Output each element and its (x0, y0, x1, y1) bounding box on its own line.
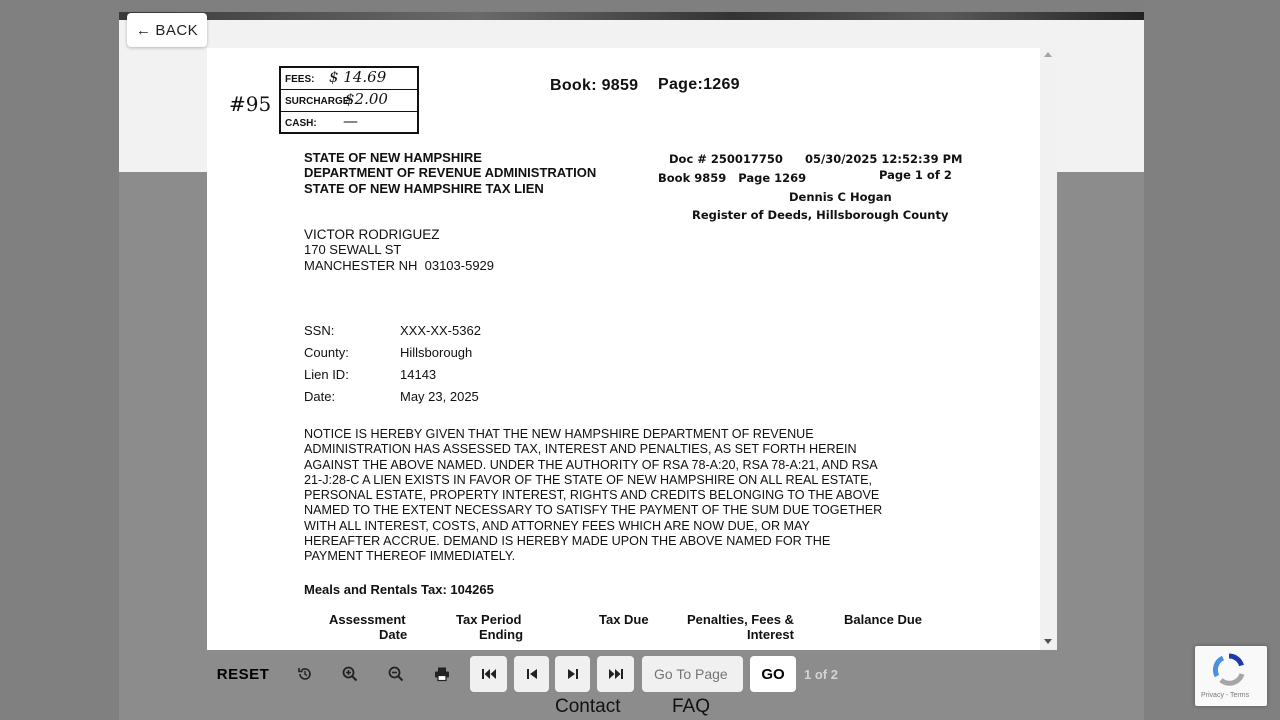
go-button[interactable]: GO (750, 656, 796, 692)
header-line: STATE OF NEW HAMPSHIRE TAX LIEN (304, 181, 544, 196)
go-label: GO (761, 665, 785, 683)
prev-page-icon (526, 669, 537, 679)
doc-page-of: Page 1 of 2 (879, 168, 952, 182)
field-label: Date: (304, 389, 336, 404)
stamp-row-surcharge: SURCHARGE: $2.00 (281, 90, 417, 112)
goto-page-input[interactable] (642, 656, 743, 692)
notice-line: ADMINISTRATION HAS ASSESSED TAX, INTERES… (304, 442, 857, 457)
field-label: County: (304, 345, 349, 360)
col-balance-due: Balance Due (844, 612, 923, 627)
document-viewer[interactable]: #95 FEES: $ 14.69 SURCHARGE: $2.00 CASH:… (207, 48, 1042, 650)
notice-line: WITH ALL INTEREST, COSTS, AND ATTORNEY F… (304, 518, 810, 533)
stamp-value: $ 14.69 (329, 68, 387, 86)
last-page-button[interactable] (597, 656, 634, 692)
faq-link[interactable]: FAQ (672, 696, 710, 718)
back-label: BACK (155, 21, 199, 39)
col-penalties: Penalties, Fees & (687, 612, 794, 627)
viewer-scrollbar[interactable] (1040, 48, 1057, 650)
field-value: XXX-XX-5362 (400, 323, 481, 338)
stamp-value: — (343, 112, 358, 130)
page-indicator: 1 of 2 (804, 667, 838, 682)
print-icon (435, 667, 449, 682)
next-page-button[interactable] (555, 656, 590, 692)
scroll-up-icon[interactable] (1044, 52, 1052, 57)
history-icon (298, 668, 311, 680)
header-line: DEPARTMENT OF REVENUE ADMINISTRATION (304, 165, 597, 180)
header-image-strip (119, 12, 1144, 20)
fee-stamp: FEES: $ 14.69 SURCHARGE: $2.00 CASH: — (279, 66, 419, 134)
zoom-out-icon (388, 666, 404, 682)
field-label: SSN: (304, 323, 335, 338)
doc-book-page: Book 9859 Page 1269 (658, 171, 807, 185)
field-value: May 23, 2025 (400, 389, 479, 404)
col-tax-due: Tax Due (599, 612, 649, 627)
stamp-label: CASH: (285, 118, 317, 129)
viewer-side-panel (1057, 48, 1144, 172)
contact-link[interactable]: Contact (555, 696, 620, 718)
document-page: #95 FEES: $ 14.69 SURCHARGE: $2.00 CASH:… (207, 48, 1022, 650)
top-band (119, 0, 1144, 12)
notice-line: HEREAFTER ACCRUE. DEMAND IS HEREBY MADE … (304, 534, 831, 549)
notice-line: PAYMENT THEREOF IMMEDIATELY. (304, 549, 516, 564)
page-label: Page:1269 (658, 76, 740, 93)
doc-number: Doc # 250017750 (669, 152, 783, 166)
stamp-value: $2.00 (345, 90, 388, 108)
recaptcha-links[interactable]: Privacy - Terms (1201, 692, 1249, 699)
stamp-label: FEES: (285, 74, 315, 85)
print-button[interactable] (425, 656, 459, 692)
stamp-row-cash: CASH: — (281, 112, 417, 133)
recaptcha-badge[interactable]: Privacy - Terms (1195, 646, 1267, 706)
handwritten-number: #95 (229, 92, 272, 116)
back-button[interactable]: ← BACK (127, 13, 207, 47)
book-label: Book: 9859 (550, 77, 639, 94)
field-label: Lien ID: (304, 367, 349, 382)
prev-page-button[interactable] (514, 656, 549, 692)
col-tax-period-2: Ending (479, 627, 524, 642)
register-title: Register of Deeds, Hillsborough County (692, 208, 949, 222)
stamp-label: SURCHARGE: (285, 96, 353, 107)
doc-datetime: 05/30/2025 12:52:39 PM (805, 152, 963, 166)
header-line: STATE OF NEW HAMPSHIRE (304, 150, 482, 165)
col-assessment-date-2: Date (379, 627, 408, 642)
address-line: VICTOR RODRIGUEZ (304, 227, 440, 242)
col-assessment-date: Assessment (329, 612, 406, 627)
reset-button[interactable]: RESET (211, 656, 275, 692)
address-line: 170 SEWALL ST (304, 242, 402, 257)
last-page-icon (608, 669, 623, 679)
history-button[interactable] (288, 656, 322, 692)
first-page-button[interactable] (470, 656, 507, 692)
address-line: MANCHESTER NH 03103-5929 (304, 258, 495, 273)
notice-paragraph: NOTICE IS HEREBY GIVEN THAT THE NEW HAMP… (304, 427, 944, 565)
register-name: Dennis C Hogan (789, 190, 892, 204)
notice-line: NAMED TO THE EXTENT NECESSARY TO SATISFY… (304, 503, 883, 518)
col-penalties-2: Interest (747, 627, 794, 642)
next-page-icon (567, 669, 578, 679)
field-value: Hillsborough (400, 345, 473, 360)
reset-label: RESET (216, 665, 270, 683)
first-page-icon (481, 669, 496, 679)
stamp-row-fees: FEES: $ 14.69 (281, 68, 417, 90)
recaptcha-icon (1212, 653, 1245, 686)
col-tax-period: Tax Period (456, 612, 522, 627)
field-value: 14143 (400, 367, 437, 382)
notice-line: AGAINST THE ABOVE NAMED. UNDER THE AUTHO… (304, 457, 878, 472)
scroll-down-icon[interactable] (1044, 639, 1052, 644)
notice-line: PERSONAL ESTATE, PROPERTY INTEREST, RIGH… (304, 488, 880, 503)
zoom-in-button[interactable] (333, 656, 367, 692)
zoom-out-button[interactable] (379, 656, 413, 692)
notice-line: 21-J:28-C A LIEN EXISTS IN FAVOR OF THE … (304, 472, 873, 487)
notice-line: NOTICE IS HEREBY GIVEN THAT THE NEW HAMP… (304, 427, 814, 441)
zoom-in-icon (342, 666, 358, 682)
tax-heading: Meals and Rentals Tax: 104265 (304, 582, 494, 597)
viewer-toolbar: RESET GO 1 of 2 (207, 656, 857, 692)
arrow-left-icon: ← (135, 21, 152, 39)
